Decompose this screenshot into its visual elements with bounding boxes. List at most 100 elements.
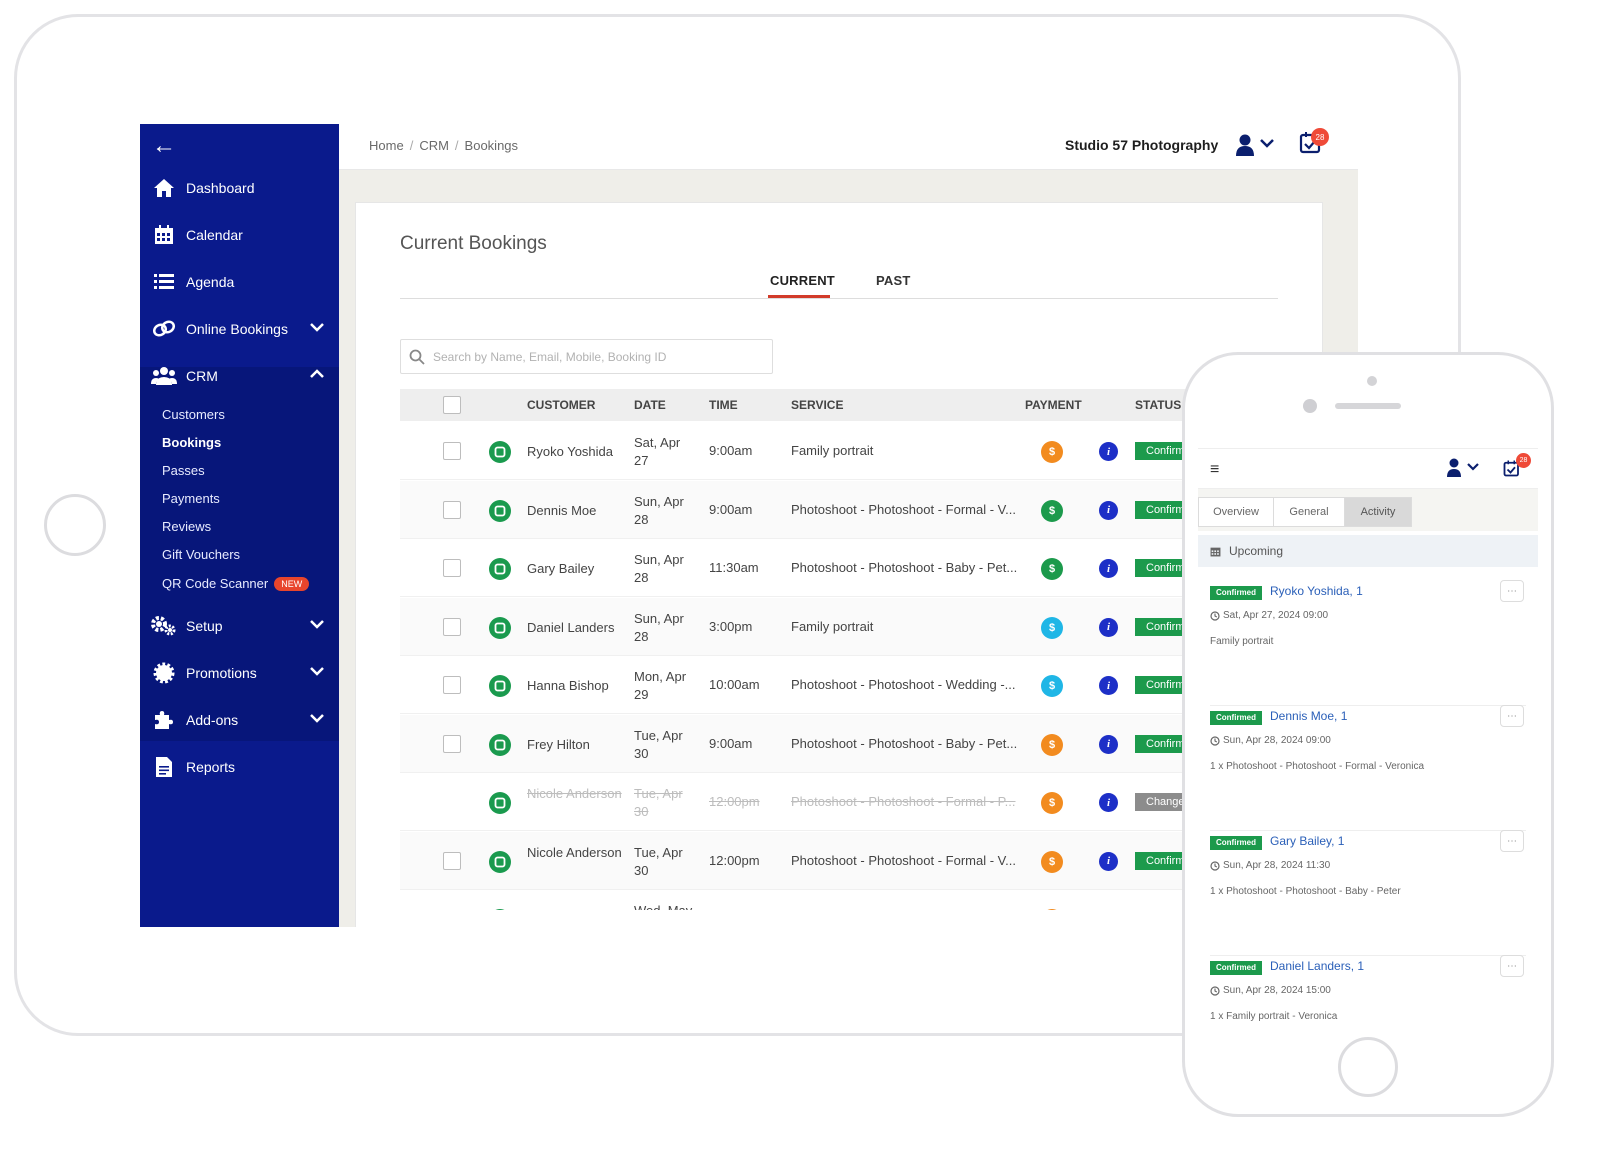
user-menu[interactable] bbox=[1235, 132, 1277, 163]
more-options-button[interactable]: ⋯ bbox=[1500, 705, 1524, 727]
sidebar-sub-qr-code-scanner[interactable]: QR Code Scanner NEW bbox=[162, 576, 310, 591]
info-icon[interactable]: i bbox=[1099, 793, 1118, 812]
info-icon[interactable]: i bbox=[1099, 559, 1118, 578]
info-icon[interactable]: i bbox=[1099, 851, 1118, 871]
sidebar-sub-payments[interactable]: Payments bbox=[162, 491, 220, 506]
sidebar-sub-gift-vouchers[interactable]: Gift Vouchers bbox=[162, 547, 240, 562]
info-icon[interactable]: i bbox=[1099, 442, 1118, 461]
payment-dollar-icon[interactable]: $ bbox=[1041, 850, 1063, 873]
more-options-button[interactable]: ⋯ bbox=[1500, 955, 1524, 977]
activity-customer-link[interactable]: Ryoko Yoshida, 1 bbox=[1270, 584, 1363, 598]
table-row[interactable]: AnthonyWed, May$i bbox=[400, 890, 1220, 910]
table-row[interactable]: Daniel Landers Sun, Apr 28 3:00pm Family por… bbox=[400, 597, 1220, 656]
payment-dollar-icon[interactable]: $ bbox=[1041, 499, 1063, 522]
info-icon[interactable]: i bbox=[1099, 676, 1118, 695]
col-service[interactable]: SERVICE bbox=[791, 398, 843, 412]
payment-dollar-icon[interactable]: $ bbox=[1041, 675, 1063, 697]
sidebar-item-calendar[interactable]: Calendar bbox=[140, 215, 339, 255]
chevron-up-icon[interactable] bbox=[309, 366, 325, 385]
payment-dollar-icon[interactable]: $ bbox=[1041, 792, 1063, 814]
customer-name[interactable]: Hanna Bishop bbox=[527, 677, 622, 695]
customer-status-icon bbox=[489, 850, 511, 873]
col-customer[interactable]: CUSTOMER bbox=[527, 398, 595, 412]
phone-home-button[interactable] bbox=[1338, 1037, 1398, 1097]
col-status[interactable]: STATUS bbox=[1135, 398, 1181, 412]
chevron-down-icon[interactable] bbox=[309, 710, 325, 729]
col-date[interactable]: DATE bbox=[634, 398, 666, 412]
table-row[interactable]: Gary Bailey Sun, Apr 28 11:30am Photoshoot -… bbox=[400, 539, 1220, 597]
more-options-button[interactable]: ⋯ bbox=[1500, 830, 1524, 852]
payment-dollar-icon[interactable]: $ bbox=[1041, 441, 1063, 463]
chevron-down-icon[interactable] bbox=[309, 319, 325, 338]
breadcrumb-crm[interactable]: CRM bbox=[419, 138, 449, 153]
row-checkbox[interactable] bbox=[443, 617, 461, 636]
sidebar-sub-bookings[interactable]: Bookings bbox=[162, 435, 221, 450]
chevron-down-icon[interactable] bbox=[309, 663, 325, 682]
activity-customer-link[interactable]: Daniel Landers, 1 bbox=[1270, 959, 1364, 973]
sidebar-item-online-bookings[interactable]: Online Bookings bbox=[140, 309, 339, 349]
col-time[interactable]: TIME bbox=[709, 398, 738, 412]
tablet-home-button[interactable] bbox=[44, 494, 106, 556]
info-icon[interactable]: i bbox=[1099, 734, 1118, 754]
breadcrumb-home[interactable]: Home bbox=[369, 138, 404, 153]
row-checkbox[interactable] bbox=[443, 851, 461, 870]
payment-dollar-icon[interactable]: $ bbox=[1041, 733, 1063, 756]
customer-name[interactable]: Frey Hilton bbox=[527, 736, 622, 754]
info-icon[interactable]: i bbox=[1099, 500, 1118, 520]
table-row[interactable]: Nicole Anderson Tue, Apr 30 12:00pm Photosho… bbox=[400, 773, 1220, 831]
sidebar-item-agenda[interactable]: Agenda bbox=[140, 262, 339, 302]
hamburger-menu-icon[interactable]: ≡ bbox=[1210, 461, 1219, 479]
sidebar-item-reports[interactable]: Reports bbox=[140, 747, 339, 787]
sidebar-sub-customers[interactable]: Customers bbox=[162, 407, 225, 422]
sidebar-item-add-ons[interactable]: Add-ons bbox=[140, 700, 339, 740]
customer-name[interactable]: Gary Bailey bbox=[527, 560, 622, 578]
sidebar-item-setup[interactable]: Setup bbox=[140, 606, 339, 646]
tab-past[interactable]: PAST bbox=[876, 273, 911, 288]
sidebar-sub-passes[interactable]: Passes bbox=[162, 463, 205, 478]
table-row[interactable]: Nicole Anderson Tue, Apr 30 12:00pm Photosho… bbox=[400, 831, 1220, 890]
row-checkbox[interactable] bbox=[443, 676, 461, 694]
activity-customer-link[interactable]: Gary Bailey, 1 bbox=[1270, 834, 1344, 848]
tab-overview[interactable]: Overview bbox=[1198, 497, 1274, 527]
row-checkbox[interactable] bbox=[443, 734, 461, 753]
booking-service: Photoshoot - Photoshoot - Formal - V... bbox=[791, 852, 1016, 868]
payment-dollar-icon[interactable]: $ bbox=[1041, 558, 1063, 580]
phone-user-menu[interactable] bbox=[1446, 457, 1482, 484]
activity-item[interactable]: Confirmed Daniel Landers, 1 Sun, Apr 28, 2… bbox=[1210, 955, 1526, 1035]
payment-dollar-icon[interactable]: $ bbox=[1041, 616, 1063, 639]
customer-name[interactable]: Dennis Moe bbox=[527, 502, 622, 520]
table-row[interactable]: Ryoko Yoshida Sat, Apr 27 9:00am Family port… bbox=[400, 422, 1220, 480]
activity-item[interactable]: Confirmed Ryoko Yoshida, 1 Sat, Apr 27, 20… bbox=[1210, 580, 1526, 706]
activity-customer-link[interactable]: Dennis Moe, 1 bbox=[1270, 709, 1347, 723]
sidebar-sub-reviews[interactable]: Reviews bbox=[162, 519, 211, 534]
more-options-button[interactable]: ⋯ bbox=[1500, 580, 1524, 602]
payment-dollar-icon[interactable]: $ bbox=[1041, 909, 1063, 910]
customer-name[interactable]: Nicole Anderson bbox=[527, 844, 622, 862]
table-row[interactable]: Hanna Bishop Mon, Apr 29 10:00am Photoshoot … bbox=[400, 656, 1220, 714]
customer-name[interactable]: Ryoko Yoshida bbox=[527, 443, 622, 461]
col-payment[interactable]: PAYMENT bbox=[1025, 398, 1082, 412]
activity-item[interactable]: Confirmed Dennis Moe, 1 Sun, Apr 28, 2024 … bbox=[1210, 705, 1526, 831]
sidebar-item-crm[interactable]: CRM bbox=[140, 356, 339, 396]
tab-general[interactable]: General bbox=[1273, 497, 1345, 527]
customer-name[interactable]: Nicole Anderson bbox=[527, 785, 622, 803]
back-arrow-icon[interactable]: ← bbox=[152, 134, 176, 158]
row-checkbox[interactable] bbox=[443, 500, 461, 519]
row-checkbox[interactable] bbox=[443, 442, 461, 460]
info-icon[interactable]: i bbox=[1099, 617, 1118, 637]
row-checkbox[interactable] bbox=[443, 559, 461, 577]
tab-current[interactable]: CURRENT bbox=[770, 273, 835, 288]
status-badge: Confirmed bbox=[1210, 961, 1262, 975]
select-all-checkbox[interactable] bbox=[443, 396, 461, 414]
sidebar-item-promotions[interactable]: Promotions bbox=[140, 653, 339, 693]
customer-name[interactable]: Daniel Landers bbox=[527, 619, 622, 637]
activity-item[interactable]: Confirmed Gary Bailey, 1 Sun, Apr 28, 2024… bbox=[1210, 830, 1526, 956]
tab-activity[interactable]: Activity bbox=[1344, 497, 1412, 527]
table-row[interactable]: Frey Hilton Tue, Apr 30 9:00am Photoshoot - … bbox=[400, 714, 1220, 773]
chevron-down-icon[interactable] bbox=[309, 616, 325, 635]
phone-top-bar: ≡ 28 bbox=[1198, 449, 1538, 489]
search-input[interactable] bbox=[433, 349, 763, 364]
table-row[interactable]: Dennis Moe Sun, Apr 28 9:00am Photoshoot - P… bbox=[400, 480, 1220, 539]
sidebar-item-dashboard[interactable]: Dashboard bbox=[140, 168, 339, 208]
activity-time: Sun, Apr 28, 2024 09:00 bbox=[1210, 735, 1331, 746]
